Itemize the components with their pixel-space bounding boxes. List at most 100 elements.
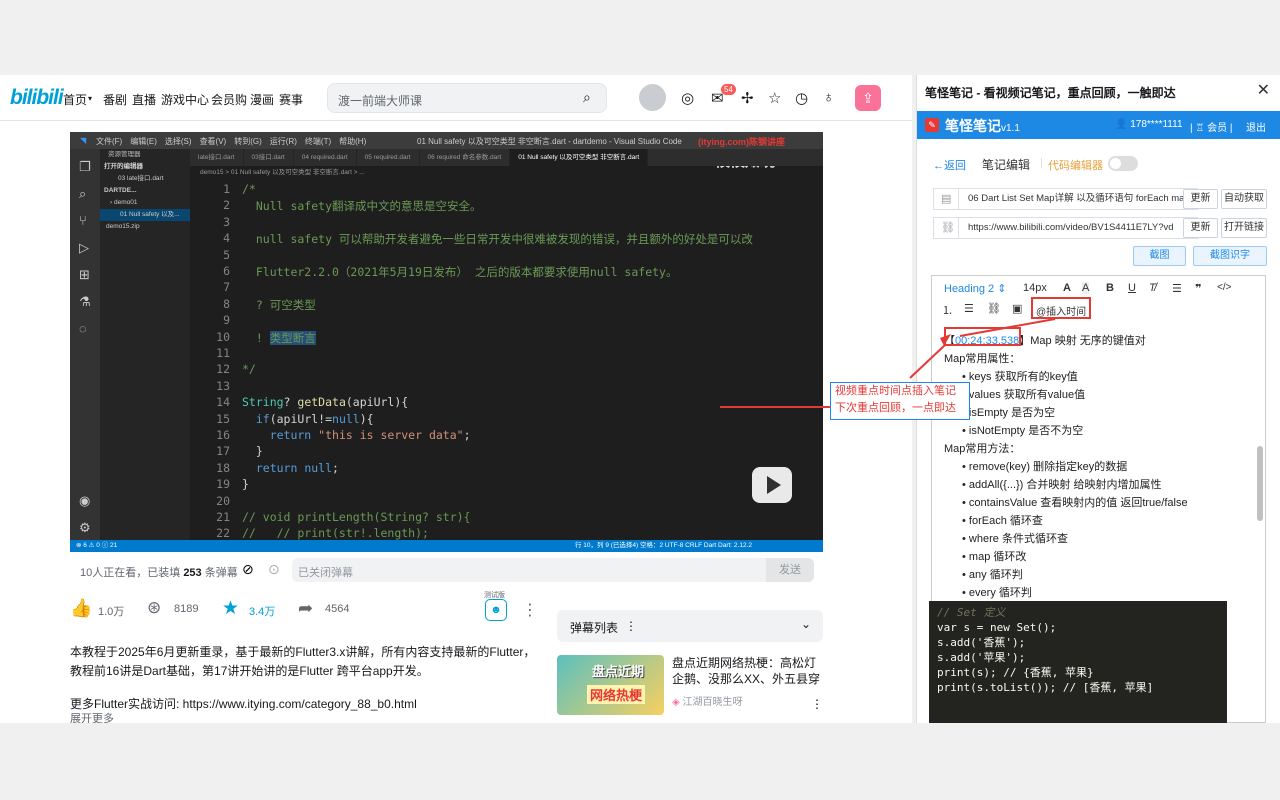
danmaku-toggle-icon[interactable]: ⊘ xyxy=(242,561,254,578)
favorite-icon[interactable]: ★ xyxy=(222,597,239,620)
dynamics-icon[interactable]: ✢ xyxy=(741,89,754,107)
vscode-activity-bar: ❐ ⌕ ⑂ ▷ ⊞ ⚗ ◌ ◉ ⚙ xyxy=(70,149,100,544)
line-number: 15 xyxy=(216,411,230,426)
font-size-select[interactable]: 14px xyxy=(1023,282,1047,294)
underline-icon[interactable]: U xyxy=(1128,282,1136,294)
heading-select[interactable]: Heading 2 ⇕ xyxy=(944,282,1006,295)
bilibili-logo[interactable]: bilibili xyxy=(10,86,64,110)
nav-home[interactable]: 首页 xyxy=(63,91,87,108)
play-button[interactable] xyxy=(752,467,792,503)
scrollbar[interactable] xyxy=(1257,446,1263,521)
vscode-menu-item: 文件(F) xyxy=(96,137,123,146)
quote-icon[interactable]: ❞ xyxy=(1195,282,1201,295)
tab-note-edit[interactable]: 笔记编辑 xyxy=(982,156,1030,173)
code-line: Null safety翻译成中文的意思是空安全。 xyxy=(242,199,482,214)
line-number: 8 xyxy=(223,296,230,311)
bold-icon[interactable]: B xyxy=(1106,282,1114,294)
explore-icon[interactable]: ◎ xyxy=(681,89,694,107)
line-number: 13 xyxy=(216,378,230,393)
code-block-line: s.add('苹果'); xyxy=(937,651,1026,664)
code-icon[interactable]: </> xyxy=(1217,282,1231,293)
align-icon[interactable]: ☰ xyxy=(1172,282,1182,295)
danmaku-list-panel[interactable]: 弹幕列表 ⋮ ⌄ xyxy=(557,610,823,642)
clear-format-icon[interactable]: T̸ xyxy=(1149,282,1156,294)
robot-icon[interactable]: ☻ xyxy=(485,599,507,621)
top-margin xyxy=(0,0,1280,75)
nav-manga[interactable]: 漫画 xyxy=(250,91,274,108)
line-number: 17 xyxy=(216,444,230,459)
methods-title: Map常用方法： xyxy=(944,443,1021,455)
title-field[interactable]: ▤ 06 Dart List Set Map详解 以及循环语句 forEach … xyxy=(933,188,1198,210)
notes-window-title: 笔怪笔记 - 看视频记笔记，重点回顾，一触即达 xyxy=(925,86,1176,100)
search-icon[interactable]: ⌕ xyxy=(583,89,591,106)
search-bar[interactable]: 渡一前端大师课 ⌕ xyxy=(327,83,607,113)
code-editor-toggle[interactable] xyxy=(1108,156,1138,171)
watermark-top: (itying.com)陈钢讲座 xyxy=(698,137,785,147)
code-block-line: s.add('香蕉'); xyxy=(937,636,1026,649)
more-icon[interactable]: ⋮ xyxy=(625,619,637,633)
danmaku-settings-icon[interactable]: ⊙ xyxy=(268,561,280,578)
font-color-icon[interactable]: A xyxy=(1063,282,1071,294)
search-icon: ⌕ xyxy=(79,186,87,201)
ocr-button[interactable]: 截图识字 xyxy=(1193,246,1267,266)
bullet-list-icon[interactable]: ☰ xyxy=(964,302,974,315)
update-title-button[interactable]: 更新 xyxy=(1183,189,1218,209)
nav-game-center[interactable]: 游戏中心 xyxy=(161,91,209,108)
share-icon[interactable]: ➦ xyxy=(298,598,313,619)
vscode-breadcrumb: demo15 > 01 Null safety 以及可空类型 非空断言.dart… xyxy=(200,169,365,176)
line-number: 4 xyxy=(223,231,230,246)
auto-get-button[interactable]: 自动获取 xyxy=(1221,189,1267,209)
update-url-button[interactable]: 更新 xyxy=(1183,218,1218,238)
history-icon[interactable]: ◷ xyxy=(795,89,808,107)
nav-live[interactable]: 直播 xyxy=(132,91,156,108)
upload-button[interactable]: ⇪ xyxy=(855,85,881,111)
list-item: • forEach 循环查 xyxy=(962,515,1043,527)
open-editor-item: 03 late接口.dart xyxy=(118,175,164,182)
line-number: 5 xyxy=(223,247,230,262)
list-item: • containsValue 查看映射内的值 返回true/false xyxy=(962,497,1188,509)
send-button[interactable]: 发送 xyxy=(766,558,814,582)
notes-brand: 笔怪笔记v1.1 xyxy=(945,118,1020,134)
more-icon[interactable]: ⋮ xyxy=(811,697,823,711)
url-field[interactable]: ⛓ https://www.bilibili.com/video/BV1S441… xyxy=(933,217,1198,239)
vscode-menu-item: 选择(S) xyxy=(164,137,192,146)
link-icon[interactable]: ⛓ xyxy=(987,302,1001,315)
vscode-explorer: 资源管理器 打开的编辑器 03 late接口.dart04 late关键词.da… xyxy=(100,149,190,544)
close-icon[interactable]: ✕ xyxy=(1257,80,1270,100)
user-account[interactable]: 👤 178****1111 xyxy=(1115,119,1183,130)
background-color-icon[interactable]: A xyxy=(1082,282,1090,294)
open-link-button[interactable]: 打开链接 xyxy=(1221,218,1267,238)
danmaku-input[interactable]: 已关闭弹幕 发送 xyxy=(292,558,814,582)
vscode-logo-icon: ◥ xyxy=(80,136,87,145)
nav-vip-shop[interactable]: 会员购 xyxy=(211,91,247,108)
like-icon[interactable]: 👍 xyxy=(70,598,92,619)
chevron-down-icon[interactable]: ▾ xyxy=(88,94,92,103)
screenshot-button[interactable]: 截图 xyxy=(1133,246,1186,266)
nav-anime[interactable]: 番剧 xyxy=(103,91,127,108)
image-icon[interactable]: ▣ xyxy=(1012,302,1022,315)
vip-link[interactable]: | ♖ 会员 | xyxy=(1190,119,1233,134)
explorer-icon: ❐ xyxy=(79,159,91,174)
line-number: 1 xyxy=(223,182,230,196)
back-link[interactable]: ←返回 xyxy=(933,157,966,173)
extensions-icon: ⊞ xyxy=(79,267,90,282)
rec-author[interactable]: ◈ 江湖百晓生呀 xyxy=(672,693,742,708)
video-thumbnail[interactable]: 盘点近期 网络热梗 xyxy=(557,655,664,715)
recommended-video[interactable]: 盘点近期 网络热梗 盘点近期网络热梗：高松灯企鹅、没那么XX、外五县穿搭... … xyxy=(557,653,823,717)
folder-item: › demo01 xyxy=(110,199,138,206)
chevron-down-icon[interactable]: ⌄ xyxy=(801,617,811,631)
avatar[interactable] xyxy=(639,84,666,111)
editor-tab: 06 required 命名参数.dart xyxy=(420,149,511,166)
top-header: bilibili 首页 ▾ 番剧 直播 游戏中心 会员购 漫画 赛事 渡一前端大… xyxy=(0,75,912,121)
creation-icon[interactable]: ♁ xyxy=(823,89,834,106)
rec-title[interactable]: 盘点近期网络热梗：高松灯企鹅、没那么XX、外五县穿搭... xyxy=(672,655,822,687)
logout-link[interactable]: 退出 xyxy=(1246,119,1266,134)
coin-icon[interactable]: ⊛ xyxy=(147,598,161,618)
nav-esports[interactable]: 赛事 xyxy=(279,91,303,108)
code-block: // Set 定义 var s = new Set(); s.add('香蕉'); s… xyxy=(929,601,1227,723)
list-item: • every 循环判 xyxy=(962,587,1032,599)
more-icon[interactable]: ⋮ xyxy=(522,600,538,620)
favorites-icon[interactable]: ☆ xyxy=(768,89,781,107)
search-input[interactable]: 渡一前端大师课 xyxy=(338,92,422,109)
line-number: 19 xyxy=(216,477,230,492)
